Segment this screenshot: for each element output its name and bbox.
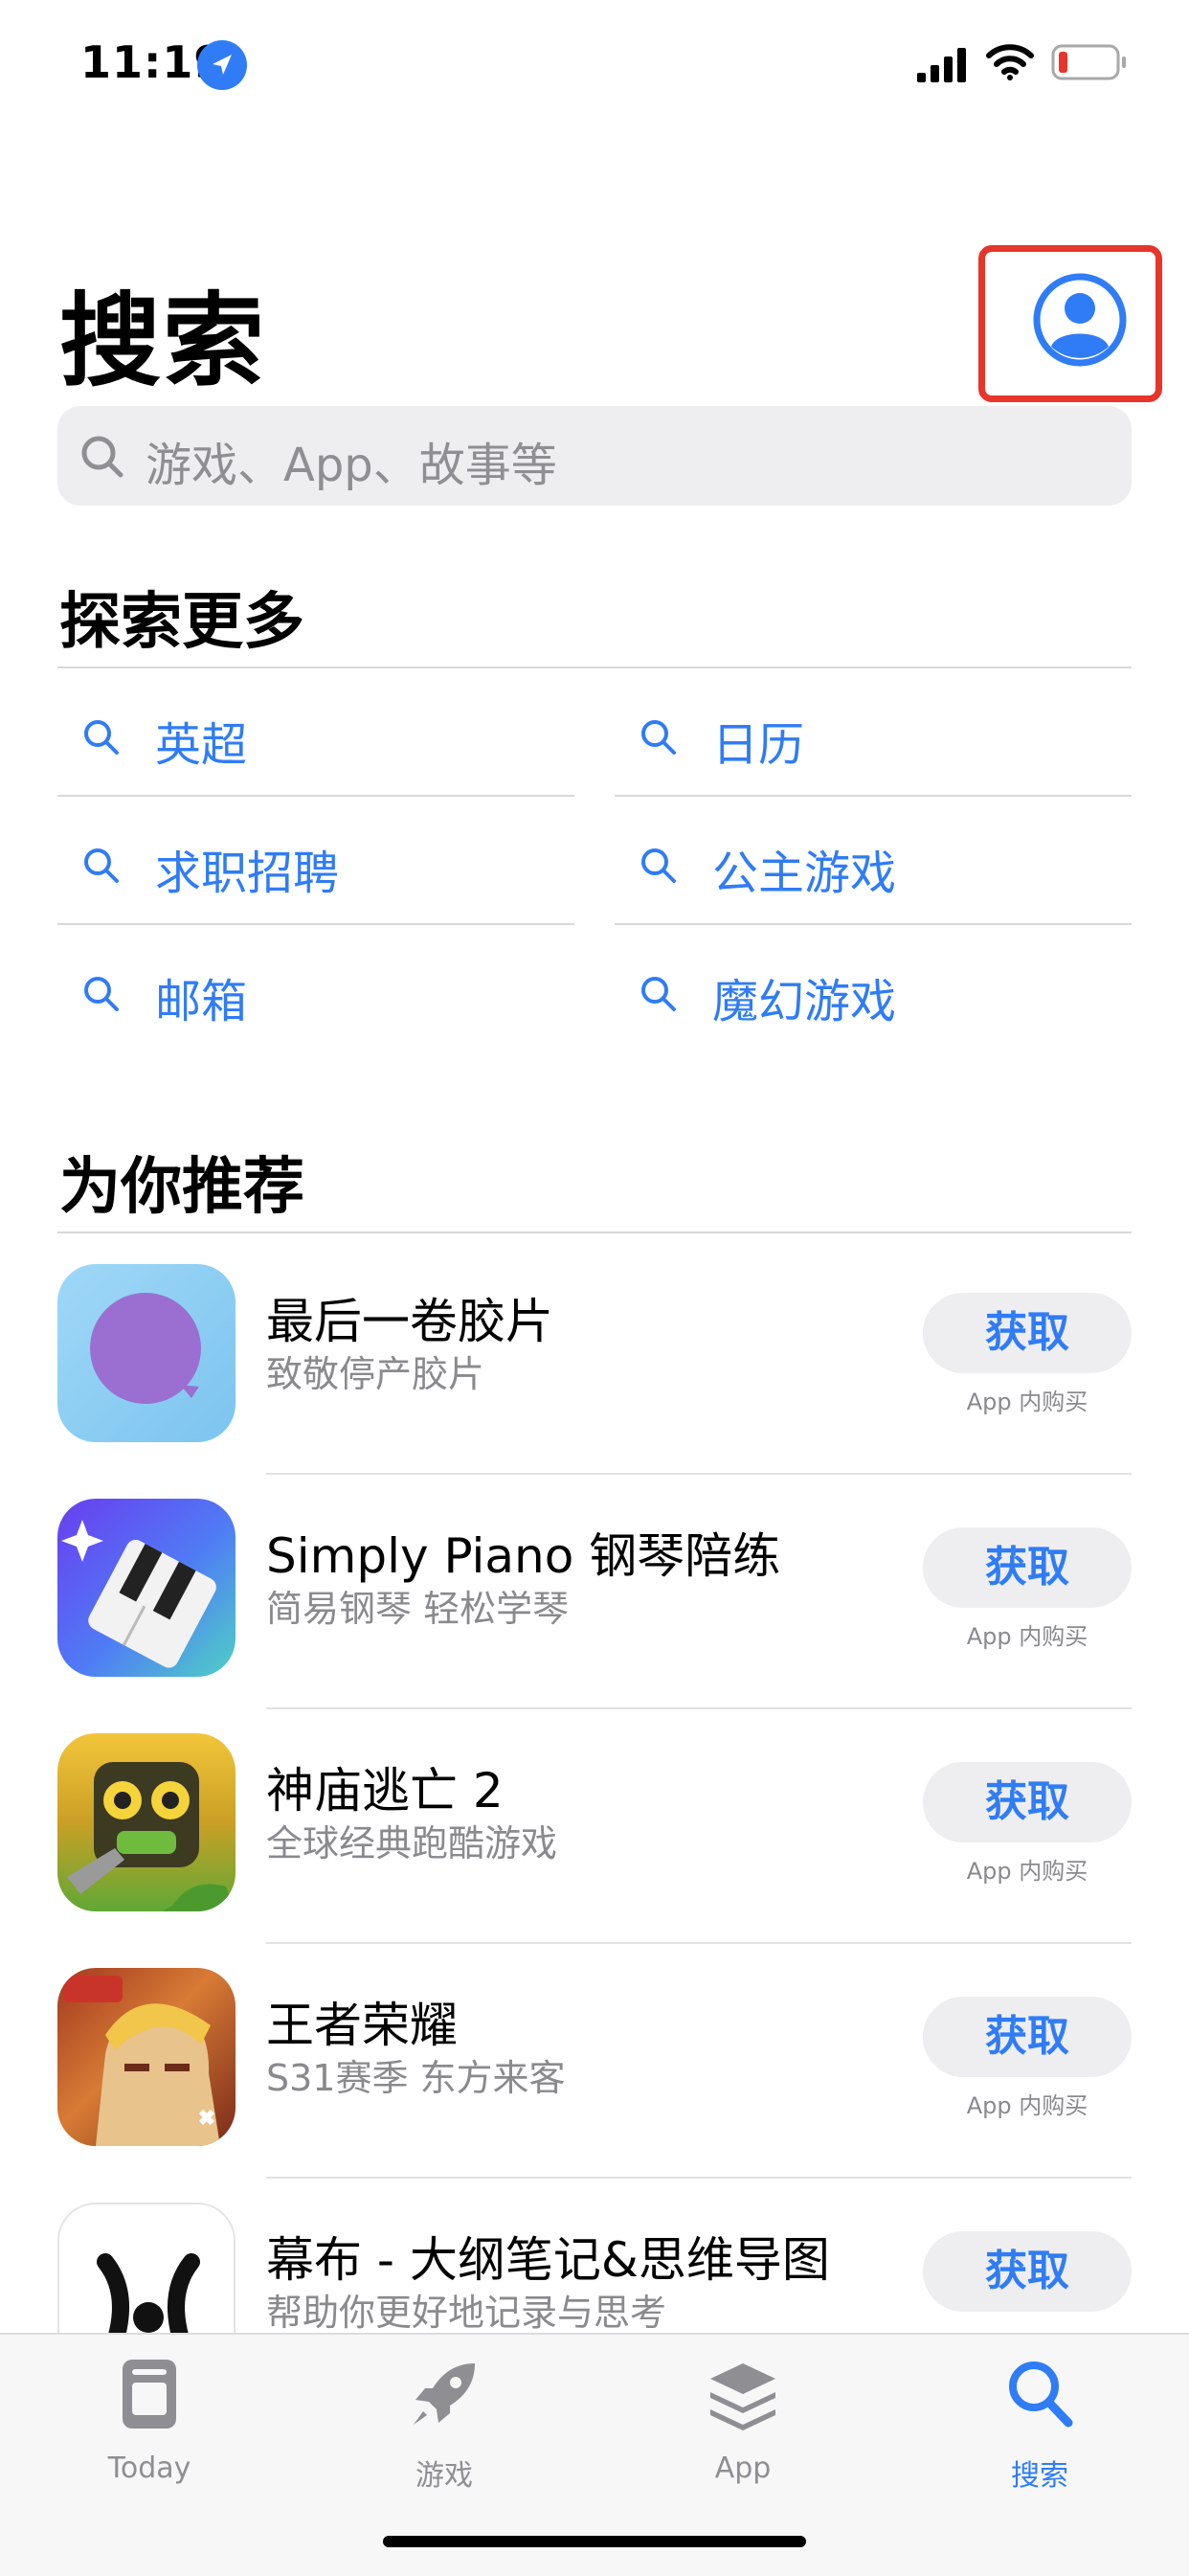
in-app-purchase-label: App 内购买 xyxy=(966,1389,1088,1415)
tab-search[interactable]: 搜索 xyxy=(934,2356,1145,2509)
stack-icon xyxy=(710,2363,775,2430)
divider xyxy=(57,923,574,925)
account-avatar-icon[interactable] xyxy=(1032,272,1128,368)
app-name: Simply Piano 钢琴陪练 xyxy=(266,1528,781,1584)
rocket-icon xyxy=(414,2363,475,2425)
explore-item-label: 公主游戏 xyxy=(712,847,897,900)
wifi-icon xyxy=(986,44,1034,80)
get-button[interactable]: 获取 xyxy=(923,1527,1132,1608)
search-placeholder: 游戏、App、故事等 xyxy=(146,439,557,492)
today-icon xyxy=(123,2360,176,2429)
explore-item[interactable]: 英超 xyxy=(57,670,574,797)
tab-label: 搜索 xyxy=(1011,2459,1068,2493)
app-icon-temple-run xyxy=(57,1733,236,1911)
app-name: 最后一卷胶片 xyxy=(266,1294,553,1349)
explore-section-title: 探索更多 xyxy=(59,587,304,658)
app-subtitle: 帮助你更好地记录与思考 xyxy=(266,2292,667,2334)
search-icon xyxy=(84,720,119,755)
divider xyxy=(57,1232,1132,1233)
app-icon-film xyxy=(57,1264,236,1442)
get-button[interactable]: 获取 xyxy=(923,1293,1132,1373)
tab-today[interactable]: Today xyxy=(44,2356,255,2509)
search-icon xyxy=(84,977,119,1011)
divider xyxy=(266,1473,1132,1475)
get-button[interactable]: 获取 xyxy=(923,1762,1132,1842)
tab-apps[interactable]: App xyxy=(638,2356,848,2509)
divider xyxy=(266,2177,1132,2179)
explore-item[interactable]: 求职招聘 xyxy=(57,799,574,925)
search-bar[interactable]: 游戏、App、故事等 xyxy=(57,406,1132,506)
explore-item-label: 邮箱 xyxy=(155,975,248,1028)
cellular-signal-icon xyxy=(917,48,966,82)
search-icon xyxy=(641,720,676,755)
app-icon-honor-of-kings xyxy=(57,1968,236,2146)
location-arrow-icon xyxy=(197,40,247,90)
in-app-purchase-label: App 内购买 xyxy=(966,2092,1088,2119)
divider xyxy=(615,795,1132,797)
in-app-purchase-label: App 内购买 xyxy=(966,1623,1088,1650)
divider xyxy=(57,795,574,797)
get-button[interactable]: 获取 xyxy=(923,2231,1132,2312)
app-name: 神庙逃亡 2 xyxy=(266,1763,504,1819)
divider xyxy=(57,667,1132,668)
app-subtitle: 全球经典跑酷游戏 xyxy=(266,1822,558,1864)
explore-item-label: 魔幻游戏 xyxy=(712,975,897,1028)
app-subtitle: 简易钢琴 轻松学琴 xyxy=(266,1588,570,1630)
tab-games[interactable]: 游戏 xyxy=(339,2356,550,2509)
app-name: 幕布 - 大纲笔记&思维导图 xyxy=(266,2232,830,2288)
explore-item-label: 英超 xyxy=(155,718,248,772)
app-name: 王者荣耀 xyxy=(266,1998,458,2053)
tab-label: Today xyxy=(107,2452,191,2485)
app-subtitle: S31赛季 东方来客 xyxy=(266,2057,566,2099)
app-icon-piano xyxy=(57,1499,236,1677)
divider xyxy=(615,923,1132,925)
tab-label: App xyxy=(714,2452,772,2485)
page-title: 搜索 xyxy=(59,282,266,400)
search-icon xyxy=(84,848,119,883)
explore-item[interactable]: 魔幻游戏 xyxy=(615,927,1132,1053)
explore-item[interactable]: 日历 xyxy=(615,670,1132,797)
explore-item[interactable]: 公主游戏 xyxy=(615,799,1132,925)
app-subtitle: 致敬停产胶片 xyxy=(266,1353,485,1395)
tab-label: 游戏 xyxy=(415,2459,473,2493)
search-icon xyxy=(641,848,676,883)
divider xyxy=(266,1942,1132,1944)
explore-item-label: 日历 xyxy=(712,718,805,772)
battery-icon xyxy=(1051,44,1126,80)
home-indicator xyxy=(383,2536,806,2547)
explore-item[interactable]: 邮箱 xyxy=(57,927,574,1053)
app-list-item[interactable]: 神庙逃亡 2 全球经典跑酷游戏 获取 App 内购买 xyxy=(57,1710,1132,1944)
in-app-purchase-label: App 内购买 xyxy=(966,1858,1088,1885)
app-list-item[interactable]: 王者荣耀 S31赛季 东方来客 获取 App 内购买 xyxy=(57,1945,1132,2179)
search-icon xyxy=(1009,2361,1073,2428)
app-list-item[interactable]: 最后一卷胶片 致敬停产胶片 获取 App 内购买 xyxy=(57,1241,1132,1475)
app-list-item[interactable]: Simply Piano 钢琴陪练 简易钢琴 轻松学琴 获取 App 内购买 xyxy=(57,1476,1132,1709)
search-icon xyxy=(81,436,123,478)
search-icon xyxy=(641,977,676,1011)
recommend-section-title: 为你推荐 xyxy=(59,1152,304,1223)
get-button[interactable]: 获取 xyxy=(923,1997,1132,2077)
explore-item-label: 求职招聘 xyxy=(155,847,340,900)
divider xyxy=(266,1707,1132,1709)
